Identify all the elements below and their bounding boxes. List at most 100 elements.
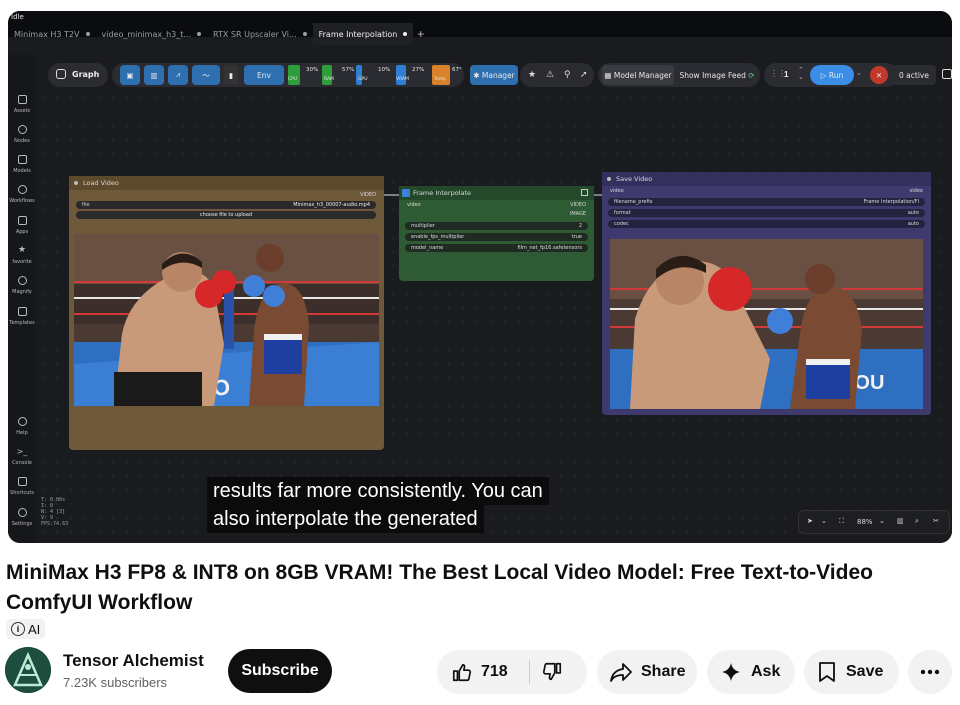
like-dislike-group: 718 <box>437 650 587 694</box>
sidebar-item-shortcuts[interactable]: Shortcuts <box>8 477 36 496</box>
chevron-down-icon[interactable]: ⌄ <box>821 517 827 525</box>
map-icon[interactable]: ▥ <box>897 517 904 525</box>
puzzle-icon[interactable]: ⚠ <box>546 69 554 80</box>
queue-count-input[interactable]: 1 <box>784 70 788 79</box>
more-horizontal-icon <box>920 669 940 675</box>
ram-meter <box>322 65 332 85</box>
star-icon: ★ <box>17 245 27 255</box>
pill-divider <box>529 660 530 684</box>
fit-view-icon[interactable]: ⛶ <box>839 517 844 526</box>
sidebar-item-nodes[interactable]: Nodes <box>8 125 36 144</box>
subscriber-count: 7.23K subscribers <box>63 675 168 690</box>
vram-meter <box>396 65 406 85</box>
zoom-level[interactable]: 88% <box>857 518 873 526</box>
share-icon <box>610 663 632 682</box>
bookmark-button[interactable]: ▮ <box>224 65 238 85</box>
tab-minimax-t2v[interactable]: Minimax H3 T2V <box>8 23 96 45</box>
cancel-run-button[interactable]: ✕ <box>870 66 888 84</box>
sparkle-icon <box>722 663 740 681</box>
link-off-icon[interactable]: ✂ <box>933 517 939 525</box>
pin-icon[interactable]: ⚲ <box>564 69 571 80</box>
share-button[interactable]: Share <box>597 650 697 694</box>
keyboard-icon <box>17 477 27 486</box>
panel-button[interactable]: ▥ <box>144 65 164 85</box>
render-stats: T: 0.00s I: 0 N: 4 [3] V: 9 FPS:74.63 <box>41 497 69 527</box>
graph-mode-label[interactable]: Graph <box>72 70 99 79</box>
chevron-down-icon[interactable]: ⌄ <box>879 517 885 525</box>
subtitle-line-1: results far more consistently. You can <box>207 477 549 505</box>
temp-meter <box>432 65 450 85</box>
sidebar-item-templates[interactable]: Templates <box>8 307 36 326</box>
pointer-icon[interactable]: ➤ <box>807 517 813 525</box>
run-options-icon[interactable]: ⌄ <box>856 69 862 77</box>
assets-icon <box>17 95 27 104</box>
search-icon[interactable]: ⌕ <box>915 517 919 526</box>
cpu-meter <box>288 65 300 85</box>
sidebar-item-favorite[interactable]: ★ favorite <box>8 245 36 266</box>
channel-avatar[interactable] <box>5 647 51 693</box>
tab-frame-interpolation[interactable]: Frame Interpolation <box>312 23 414 45</box>
active-queue-button[interactable]: 0 active <box>892 65 936 85</box>
app-sidebar: Assets Nodes Models Workflows Apps ★ favo… <box>8 55 36 543</box>
sidebar-item-magnify[interactable]: Magnify <box>8 276 36 295</box>
tab-video-minimax[interactable]: video_minimax_h3_t... <box>96 23 208 45</box>
channel-name[interactable]: Tensor Alchemist <box>63 651 204 671</box>
show-image-feed-button[interactable]: Show Image Feed ⟳ <box>676 65 758 85</box>
manager-button[interactable]: ✱ Manager <box>470 65 518 85</box>
star-icon[interactable]: ★ <box>528 69 536 80</box>
subscribe-button[interactable]: Subscribe <box>228 649 332 693</box>
wave-button[interactable]: 〜 <box>192 65 220 85</box>
more-actions-button[interactable] <box>908 650 952 694</box>
gear-icon <box>17 508 27 517</box>
chart-button[interactable]: ⩘ <box>168 65 188 85</box>
sidebar-item-help[interactable]: Help <box>8 417 36 436</box>
panel-toggle-icon[interactable] <box>942 69 952 79</box>
graph-icon <box>56 69 66 79</box>
tab-rtx-sr-upscaler[interactable]: RTX SR Upscaler Vi... <box>207 23 313 45</box>
save-button[interactable]: Save <box>804 650 899 694</box>
ask-button[interactable]: Ask <box>707 650 795 694</box>
like-button[interactable]: 718 <box>437 650 508 694</box>
sidebar-item-models[interactable]: Models <box>8 155 36 174</box>
codec-select[interactable]: codec auto <box>608 220 925 228</box>
ai-content-badge[interactable]: i AI <box>6 619 46 639</box>
workflow-tabs: Minimax H3 T2V video_minimax_h3_t... RTX… <box>8 23 424 45</box>
app-toolbar: C Graph ▣ ▥ ⩘ 〜 ▮ Env CPU 30% RAM 57% GP… <box>20 62 952 88</box>
thumbs-down-icon <box>542 662 562 681</box>
format-select[interactable]: format auto <box>608 209 925 217</box>
app-titlebar: Idle Minimax H3 T2V video_minimax_h3_t..… <box>8 11 952 45</box>
sidebar-item-workflows[interactable]: Workflows <box>8 185 36 204</box>
run-button[interactable]: ▷ Run <box>810 65 854 85</box>
templates-icon <box>17 307 27 316</box>
info-icon: i <box>11 622 25 636</box>
queue-stepper-icon[interactable]: ⌃ ⌄ <box>798 67 804 81</box>
link-button[interactable]: ▣ <box>120 65 140 85</box>
add-tab-icon[interactable]: + <box>417 27 424 41</box>
video-title: MiniMax H3 FP8 & INT8 on 8GB VRAM! The B… <box>6 561 873 614</box>
help-icon <box>17 417 27 426</box>
console-icon: >_ <box>16 447 28 456</box>
video-player[interactable]: Idle Minimax H3 T2V video_minimax_h3_t..… <box>8 11 952 543</box>
sidebar-item-apps[interactable]: Apps <box>8 216 36 235</box>
subtitle-line-2: also interpolate the generated <box>207 505 484 533</box>
save-video-node[interactable]: Save Video video video filename_prefix Fr… <box>602 172 931 415</box>
expand-icon[interactable]: ➚ <box>580 69 588 80</box>
node-canvas[interactable]: Load Video VIDEO file Minimax_h3_00007-au… <box>36 91 952 543</box>
sidebar-item-settings[interactable]: Settings <box>8 508 36 527</box>
video-output-port[interactable]: video <box>909 188 923 194</box>
model-manager-button[interactable]: ▦ Model Manager <box>602 65 674 85</box>
nodes-icon <box>17 125 27 134</box>
magnify-icon <box>17 276 27 285</box>
filename-prefix-field[interactable]: filename_prefix Frame Interpolation/FI <box>608 198 925 206</box>
sidebar-item-assets[interactable]: Assets <box>8 95 36 114</box>
thumbs-up-icon <box>452 663 472 682</box>
apps-icon <box>17 216 27 225</box>
video-input-port[interactable]: video <box>610 188 624 194</box>
gpu-meter <box>356 65 362 85</box>
bookmark-icon <box>819 662 835 682</box>
workflows-icon <box>17 185 27 194</box>
like-count: 718 <box>481 663 508 680</box>
env-button[interactable]: Env <box>244 65 284 85</box>
dislike-button[interactable] <box>541 661 563 683</box>
sidebar-item-console[interactable]: >_ Console <box>8 447 36 466</box>
